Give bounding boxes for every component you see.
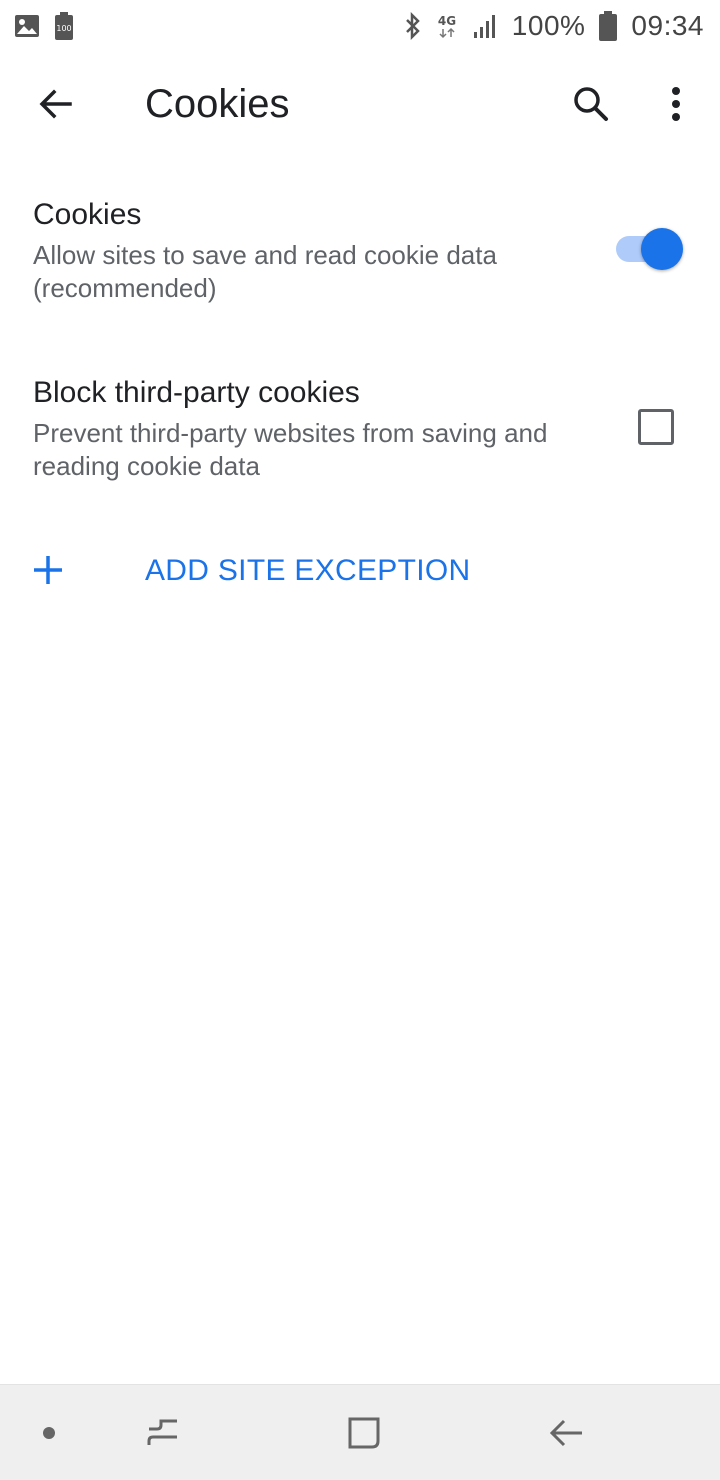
cookies-toggle-switch[interactable]: [612, 228, 684, 270]
block-third-party-subtitle: Prevent third-party websites from saving…: [33, 418, 548, 481]
bluetooth-icon: [404, 12, 422, 40]
add-site-exception-button[interactable]: ADD SITE EXCEPTION: [0, 538, 720, 604]
battery-saver-icon: 100: [54, 12, 74, 40]
cookies-setting-subtitle: Allow sites to save and read cookie data…: [33, 240, 497, 303]
switch-thumb: [641, 228, 683, 270]
network-4g-icon: 4G: [436, 12, 458, 40]
back-icon[interactable]: [536, 1407, 596, 1459]
toolbar: Cookies: [0, 52, 720, 156]
battery-percent: 100%: [511, 10, 586, 41]
plus-icon: [30, 552, 66, 588]
signal-icon: [472, 12, 498, 40]
more-vert-icon[interactable]: [644, 72, 708, 136]
battery-icon: [599, 11, 618, 41]
search-icon[interactable]: [559, 72, 623, 136]
block-third-party-title: Block third-party cookies: [33, 376, 360, 409]
battery-saver-badge: 100: [56, 24, 71, 33]
arrow-back-icon[interactable]: [24, 72, 88, 136]
status-bar: 100 4G 100% 09:34: [0, 0, 720, 52]
page-title: Cookies: [145, 81, 290, 126]
cookies-setting-title: Cookies: [33, 198, 142, 231]
block-third-party-row[interactable]: Block third-party cookies Prevent third-…: [0, 358, 720, 498]
cookies-settings-screen: 100 4G 100% 09:34 Cookies Cookies Allow …: [0, 0, 720, 1480]
recents-icon[interactable]: [133, 1407, 193, 1459]
home-icon[interactable]: [334, 1407, 394, 1459]
block-third-party-checkbox[interactable]: [638, 409, 674, 445]
clock: 09:34: [631, 10, 704, 41]
add-site-exception-label: ADD SITE EXCEPTION: [145, 554, 471, 587]
network-label: 4G: [438, 14, 456, 28]
system-nav-bar: [0, 1384, 720, 1480]
image-icon: [14, 14, 40, 38]
dot-icon[interactable]: [19, 1407, 79, 1459]
